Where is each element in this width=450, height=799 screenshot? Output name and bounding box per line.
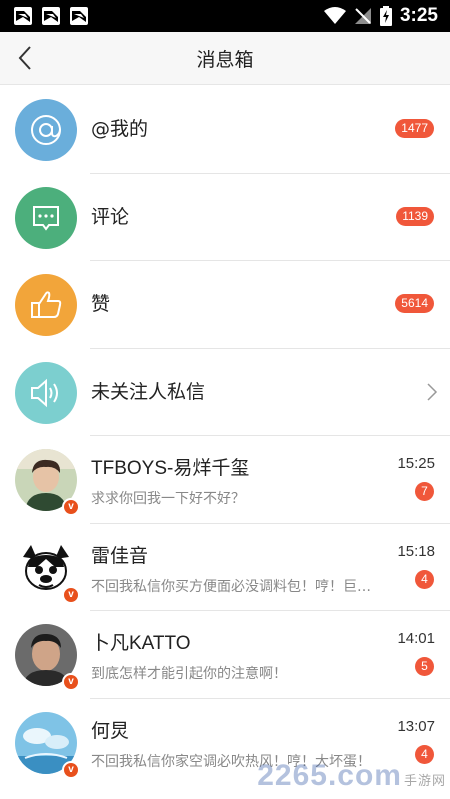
verified-badge: v — [62, 585, 80, 604]
status-bar: 3:25 — [0, 0, 450, 32]
verified-badge: v — [62, 498, 80, 516]
contact-name: 雷佳音 — [91, 545, 149, 567]
no-signal-icon — [354, 8, 371, 24]
at-icon — [15, 99, 77, 161]
message-preview: 求求你回我一下好不好？ — [91, 491, 245, 507]
count-badge: 5614 — [395, 294, 434, 313]
chat-bubble-icon — [15, 186, 77, 249]
category-row-mentions[interactable]: @我的 1477 — [0, 86, 450, 174]
contact-name: 何炅 — [91, 720, 130, 742]
nav-bar: 消息箱 — [0, 32, 450, 85]
count-badge: 1477 — [395, 119, 434, 138]
message-row[interactable]: v 卜凡KATTO 到底怎样才能引起你的注意啊！ 14:01 5 — [0, 611, 450, 699]
chevron-right-icon — [427, 382, 438, 401]
message-list: @我的 1477 评论 1139 赞 5614 未关注人私信 v TFBOYS-… — [0, 86, 450, 786]
category-row-likes[interactable]: 赞 5614 — [0, 261, 450, 349]
wifi-icon — [323, 7, 346, 24]
message-preview: 不回我私信你买方便面必没调料包！哼！巨… — [91, 578, 371, 595]
notification-app-icon — [42, 7, 60, 25]
category-row-stranger-messages[interactable]: 未关注人私信 — [0, 349, 450, 436]
notification-app-icon — [70, 7, 88, 25]
count-badge: 1139 — [396, 206, 434, 226]
speaker-icon — [15, 361, 77, 424]
unread-badge: 5 — [415, 657, 434, 676]
notification-app-icon — [14, 7, 32, 25]
contact-name: TFBOYS-易烊千玺 — [91, 458, 250, 479]
message-time: 15:25 — [397, 455, 435, 472]
contact-name: 卜凡KATTO — [91, 633, 191, 654]
verified-badge: v — [62, 760, 80, 779]
verified-badge: v — [62, 673, 80, 691]
category-label: @我的 — [91, 118, 149, 140]
page-title: 消息箱 — [196, 49, 254, 71]
message-row[interactable]: v TFBOYS-易烊千玺 求求你回我一下好不好？ 15:25 7 — [0, 436, 450, 524]
watermark-brand: 2265 — [257, 759, 328, 792]
battery-charging-icon — [379, 6, 392, 26]
unread-badge: 7 — [415, 482, 434, 501]
thumbs-up-icon — [15, 274, 77, 336]
category-label: 评论 — [91, 205, 130, 228]
category-row-comments[interactable]: 评论 1139 — [0, 174, 450, 261]
watermark-suffix: .com — [327, 759, 402, 792]
message-time: 13:07 — [397, 717, 435, 735]
category-label: 未关注人私信 — [91, 380, 206, 403]
site-watermark: 2265.com 手游网 — [257, 759, 446, 793]
status-time: 3:25 — [399, 5, 438, 26]
status-bar-notifications — [14, 7, 88, 25]
category-label: 赞 — [91, 293, 111, 315]
message-time: 14:01 — [397, 630, 435, 647]
message-row[interactable]: v 雷佳音 不回我私信你买方便面必没调料包！哼！巨… 15:18 4 — [0, 524, 450, 611]
unread-badge: 4 — [415, 569, 434, 589]
message-preview: 到底怎样才能引起你的注意啊！ — [91, 666, 287, 682]
message-time: 15:18 — [397, 542, 435, 560]
watermark-sub: 手游网 — [403, 773, 446, 788]
